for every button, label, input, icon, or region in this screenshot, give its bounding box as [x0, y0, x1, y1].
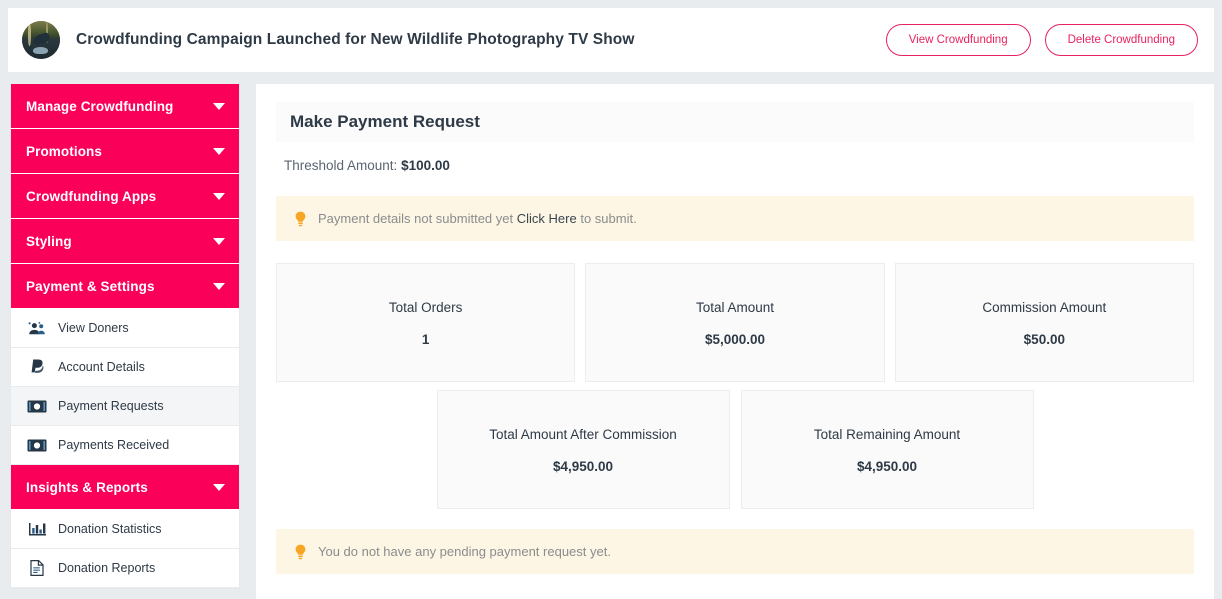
pending-request-notice: You do not have any pending payment requ…: [276, 529, 1194, 574]
threshold-value: $100.00: [401, 158, 450, 173]
sidebar-group-label: Insights & Reports: [26, 480, 148, 495]
notice-text-after: to submit.: [580, 211, 636, 226]
sidebar-item-label: Payments Received: [58, 438, 169, 452]
sidebar-group-styling[interactable]: Styling: [11, 219, 239, 264]
chevron-down-icon: [213, 193, 225, 200]
threshold-label: Threshold Amount:: [284, 158, 397, 173]
sidebar-item-label: View Doners: [58, 321, 129, 335]
payment-details-notice: Payment details not submitted yet Click …: [276, 196, 1194, 241]
sidebar-item-payment-requests[interactable]: Payment Requests: [11, 387, 239, 426]
sidebar-item-label: Donation Reports: [58, 561, 155, 575]
delete-crowdfunding-button[interactable]: Delete Crowdfunding: [1045, 24, 1198, 56]
lightbulb-icon: [294, 544, 307, 560]
chevron-down-icon: [213, 103, 225, 110]
sidebar: Manage Crowdfunding Promotions Crowdfundin…: [10, 84, 240, 589]
stat-card-label: Total Orders: [389, 300, 463, 315]
stat-card-value: $50.00: [1024, 332, 1065, 347]
stat-card-value: $4,950.00: [857, 459, 917, 474]
stat-card: Total Remaining Amount $4,950.00: [741, 390, 1034, 509]
page-title: Crowdfunding Campaign Launched for New W…: [76, 31, 635, 49]
sidebar-item-label: Payment Requests: [58, 399, 164, 413]
sidebar-group-promotions[interactable]: Promotions: [11, 129, 239, 174]
lightbulb-icon: [294, 211, 307, 227]
stat-card-label: Total Amount: [696, 300, 774, 315]
chevron-down-icon: [213, 148, 225, 155]
sidebar-group-label: Manage Crowdfunding: [26, 99, 173, 114]
sidebar-item-donation-reports[interactable]: Donation Reports: [11, 549, 239, 588]
panel-header: Make Payment Request: [276, 102, 1194, 142]
sidebar-item-label: Account Details: [58, 360, 145, 374]
banknote-icon: [27, 398, 47, 414]
chevron-down-icon: [213, 484, 225, 491]
banknote-icon: [27, 437, 47, 453]
stats-row-2: Total Amount After Commission$4,950.00To…: [276, 390, 1194, 509]
sidebar-item-account-details[interactable]: Account Details: [11, 348, 239, 387]
sidebar-group-crowdfunding-apps[interactable]: Crowdfunding Apps: [11, 174, 239, 219]
paypal-icon: [27, 359, 47, 375]
avatar: [22, 21, 60, 59]
top-bar-actions: View Crowdfunding Delete Crowdfunding: [886, 24, 1198, 56]
sidebar-group-label: Promotions: [26, 144, 102, 159]
sidebar-group-payment-settings[interactable]: Payment & Settings: [11, 264, 239, 309]
click-here-link[interactable]: Click Here: [517, 211, 577, 226]
chevron-down-icon: [213, 283, 225, 290]
stat-card-value: $4,950.00: [553, 459, 613, 474]
stat-card: Total Amount $5,000.00: [585, 263, 884, 382]
panel-title: Make Payment Request: [290, 112, 480, 132]
sidebar-group-label: Styling: [26, 234, 72, 249]
stat-card: Total Amount After Commission $4,950.00: [437, 390, 730, 509]
chevron-down-icon: [213, 238, 225, 245]
view-crowdfunding-button[interactable]: View Crowdfunding: [886, 24, 1031, 56]
main-content: Make Payment Request Threshold Amount: $…: [256, 84, 1214, 599]
pending-request-text: You do not have any pending payment requ…: [318, 544, 611, 559]
stat-card-label: Commission Amount: [982, 300, 1106, 315]
sidebar-group-label: Payment & Settings: [26, 279, 155, 294]
sidebar-group-label: Crowdfunding Apps: [26, 189, 156, 204]
sidebar-item-donation-statistics[interactable]: Donation Statistics: [11, 510, 239, 549]
stat-card-label: Total Remaining Amount: [814, 427, 960, 442]
bar-chart-icon: [27, 521, 47, 537]
notice-text-before: Payment details not submitted yet: [318, 211, 513, 226]
stat-card: Commission Amount $50.00: [895, 263, 1194, 382]
sidebar-group-manage-crowdfunding[interactable]: Manage Crowdfunding: [11, 84, 239, 129]
stats-row-1: Total Orders 1 Total Amount $5,000.00 Commis…: [276, 263, 1194, 382]
stat-card: Total Orders 1: [276, 263, 575, 382]
stat-card-value: $5,000.00: [705, 332, 765, 347]
stat-card-value: 1: [422, 332, 430, 347]
top-bar: Crowdfunding Campaign Launched for New W…: [8, 8, 1214, 72]
sidebar-group-insights-reports[interactable]: Insights & Reports: [11, 465, 239, 510]
users-group-icon: [27, 320, 47, 336]
sidebar-item-view-doners[interactable]: View Doners: [11, 309, 239, 348]
stat-card-label: Total Amount After Commission: [489, 427, 677, 442]
sidebar-item-payments-received[interactable]: Payments Received: [11, 426, 239, 465]
sidebar-item-label: Donation Statistics: [58, 522, 162, 536]
threshold-amount: Threshold Amount: $100.00: [284, 158, 1194, 173]
document-icon: [27, 560, 47, 576]
